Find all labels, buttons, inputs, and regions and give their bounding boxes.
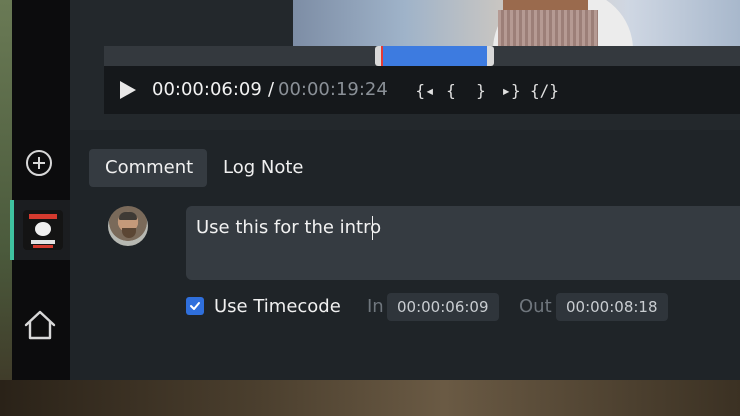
tab-log-note[interactable]: Log Note xyxy=(207,149,319,187)
play-icon[interactable] xyxy=(120,81,136,99)
video-preview xyxy=(293,0,740,46)
go-to-in-button[interactable]: {◂ xyxy=(414,80,436,102)
background-bottom xyxy=(0,380,740,416)
in-label: In xyxy=(367,296,384,317)
use-timecode-checkbox[interactable] xyxy=(186,297,204,315)
playhead[interactable] xyxy=(381,46,383,66)
active-indicator xyxy=(10,200,14,260)
clear-marks-button[interactable]: {/} xyxy=(530,80,559,102)
comment-text: Use this for the intro xyxy=(196,217,382,238)
go-to-out-button[interactable]: ▸} xyxy=(500,80,522,102)
mark-out-button[interactable]: } xyxy=(474,80,488,102)
timecode-separator: / xyxy=(268,79,275,100)
selected-range[interactable] xyxy=(382,46,487,66)
avatar xyxy=(108,206,148,246)
home-icon[interactable] xyxy=(23,308,57,342)
thumb-face xyxy=(35,222,51,236)
out-label: Out xyxy=(519,296,552,317)
mark-in-button[interactable]: { xyxy=(444,80,458,102)
avatar-beard xyxy=(122,228,136,238)
tab-comment[interactable]: Comment xyxy=(89,149,207,187)
thumb-text-line-accent xyxy=(33,245,53,248)
thumb-text-line xyxy=(31,240,55,244)
video-skirt xyxy=(498,10,598,46)
current-timecode: 00:00:06:09 xyxy=(152,79,262,100)
out-handle[interactable] xyxy=(487,46,494,66)
total-timecode: 00:00:19:24 xyxy=(278,79,388,100)
in-timecode-field[interactable]: 00:00:06:09 xyxy=(387,293,499,321)
add-icon[interactable] xyxy=(26,150,52,176)
avatar-hat xyxy=(119,212,137,220)
out-timecode-field[interactable]: 00:00:08:18 xyxy=(556,293,668,321)
project-thumbnail[interactable] xyxy=(23,210,63,250)
text-caret xyxy=(372,216,373,240)
use-timecode-label: Use Timecode xyxy=(214,296,341,317)
thumb-title-bar xyxy=(29,214,57,219)
tab-comment-label: Comment xyxy=(105,157,194,178)
checkmark-icon xyxy=(190,302,200,310)
tab-log-note-label: Log Note xyxy=(223,157,304,178)
